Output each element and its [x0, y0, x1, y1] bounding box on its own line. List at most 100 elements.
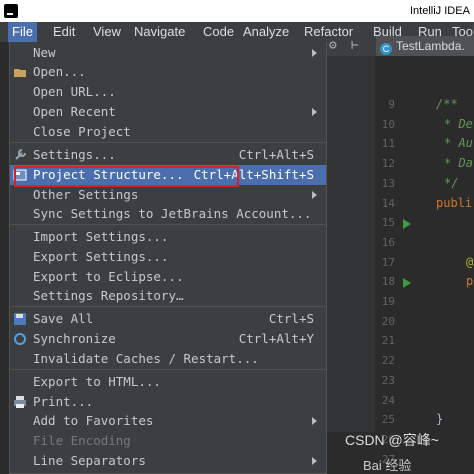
- menu-item-settings-repository[interactable]: Settings Repository…: [10, 286, 326, 306]
- menu-item-shortcut: Ctrl+Alt+Y: [238, 331, 314, 346]
- menu-item-label: Line Separators: [33, 453, 146, 468]
- menu-item-label: New: [33, 45, 56, 60]
- menu-item-label: Settings...: [33, 147, 116, 162]
- title-bar: IntelliJ IDEA: [0, 0, 474, 22]
- menu-item-invalidate-caches-restart[interactable]: Invalidate Caches / Restart...: [10, 349, 326, 369]
- menu-item-open[interactable]: Open...: [10, 62, 326, 82]
- menu-separator: [11, 369, 325, 370]
- code-line: */: [444, 175, 459, 190]
- menu-item-other-settings[interactable]: Other Settings: [10, 185, 326, 205]
- menu-item-label: Other Settings: [33, 187, 139, 202]
- menu-item-new[interactable]: New: [10, 43, 326, 63]
- line-number: 18: [381, 275, 395, 289]
- menu-item-export-to-eclipse[interactable]: Export to Eclipse...: [10, 267, 326, 287]
- menu-item-synchronize[interactable]: Synchronize Ctrl+Alt+Y: [10, 329, 326, 349]
- watermark-baidu: Bai 经验: [363, 458, 412, 473]
- menu-separator: [11, 306, 325, 307]
- menu-separator: [11, 224, 325, 225]
- editor-tab-label: TestLambda.: [396, 39, 465, 53]
- annotation-highlight-box: [14, 166, 239, 187]
- class-icon: C: [380, 43, 392, 55]
- submenu-arrow-icon: [312, 49, 317, 57]
- line-number: 16: [381, 235, 395, 249]
- sync-icon: [13, 332, 27, 346]
- menu-item-label: Save All: [33, 311, 94, 326]
- menu-item-print[interactable]: Print...: [10, 392, 326, 412]
- menu-item-label: Import Settings...: [33, 229, 169, 244]
- menu-item-label: Settings Repository…: [33, 288, 184, 303]
- menu-item-label: File Encoding: [33, 433, 131, 448]
- code-line: publi: [436, 195, 473, 210]
- line-number: 9: [388, 98, 395, 111]
- menu-item-label: Synchronize: [33, 331, 116, 346]
- line-number: 15: [381, 216, 395, 230]
- menu-item-label: Invalidate Caches / Restart...: [33, 351, 259, 366]
- menu-edit[interactable]: Edit: [49, 22, 79, 42]
- menu-item-add-to-favorites[interactable]: Add to Favorites: [10, 411, 326, 431]
- pin-icon[interactable]: ⊢: [351, 38, 359, 53]
- menu-item-shortcut: Ctrl+S: [268, 311, 314, 326]
- run-gutter-icon[interactable]: [403, 278, 411, 289]
- submenu-arrow-icon: [312, 108, 317, 116]
- menu-item-sync-settings-to-jetbrains-account[interactable]: Sync Settings to JetBrains Account...: [10, 204, 326, 224]
- line-number: 23: [381, 373, 395, 387]
- menu-analyze[interactable]: Analyze: [239, 22, 293, 42]
- submenu-arrow-icon: [312, 417, 317, 425]
- code-line: * De: [444, 116, 473, 131]
- menu-item-label: Open Recent: [33, 104, 116, 119]
- run-gutter-icon[interactable]: [403, 219, 411, 230]
- line-number: 14: [381, 196, 395, 210]
- app-logo-icon: [4, 4, 18, 18]
- line-number: 10: [381, 117, 395, 131]
- window-title: IntelliJ IDEA: [410, 5, 470, 17]
- wrench-icon: [13, 148, 27, 162]
- menu-item-label: Export to Eclipse...: [33, 269, 184, 284]
- code-line: /**: [436, 97, 458, 111]
- code-line: p: [466, 274, 474, 289]
- code-line: * Au: [444, 136, 473, 151]
- line-number: 11: [381, 137, 395, 151]
- menu-item-label: Sync Settings to JetBrains Account...: [33, 206, 312, 221]
- code-line: @: [466, 254, 474, 269]
- menu-item-import-settings[interactable]: Import Settings...: [10, 227, 326, 247]
- line-number: 20: [381, 314, 395, 328]
- file-menu-dropdown: New Open... Open URL... Open Recent Close Pr…: [9, 42, 327, 474]
- menu-item-label: Open URL...: [33, 84, 116, 99]
- save-icon: [13, 312, 27, 326]
- folder-open-icon: [13, 65, 27, 79]
- editor-tab-testlambda[interactable]: C TestLambda.: [376, 36, 474, 56]
- menu-item-file-encoding: File Encoding: [10, 431, 326, 451]
- submenu-arrow-icon: [312, 191, 317, 199]
- menu-navigate[interactable]: Navigate: [130, 22, 189, 42]
- code-line: }: [436, 412, 444, 427]
- menu-item-label: Open...: [33, 64, 86, 79]
- watermark-csdn: CSDN @容峰~: [345, 432, 439, 448]
- menu-code[interactable]: Code: [199, 22, 238, 42]
- code-line: * Da: [444, 156, 473, 171]
- menu-view[interactable]: View: [89, 22, 125, 42]
- line-number: 21: [381, 334, 395, 348]
- menu-item-open-recent[interactable]: Open Recent: [10, 102, 326, 122]
- menu-item-close-project[interactable]: Close Project: [10, 122, 326, 142]
- gear-icon[interactable]: ⚙: [329, 38, 337, 53]
- line-number: 24: [381, 393, 395, 407]
- line-number: 25: [381, 413, 395, 427]
- print-icon: [13, 395, 27, 409]
- line-number: 13: [381, 176, 395, 190]
- menu-item-save-all[interactable]: Save All Ctrl+S: [10, 309, 326, 329]
- line-number: 19: [381, 295, 395, 308]
- submenu-arrow-icon: [312, 457, 317, 465]
- menu-file[interactable]: File: [8, 22, 37, 42]
- menu-item-open-url[interactable]: Open URL...: [10, 82, 326, 102]
- menu-item-label: Print...: [33, 394, 94, 409]
- line-number: 22: [381, 354, 395, 368]
- line-number: 12: [381, 157, 395, 171]
- line-number: 17: [381, 255, 395, 269]
- menu-item-label: Add to Favorites: [33, 413, 154, 428]
- menu-item-export-settings[interactable]: Export Settings...: [10, 247, 326, 267]
- menu-item-settings[interactable]: Settings... Ctrl+Alt+S: [10, 145, 326, 165]
- menu-item-line-separators[interactable]: Line Separators: [10, 451, 326, 471]
- menu-item-export-to-html[interactable]: Export to HTML...: [10, 372, 326, 392]
- menu-item-shortcut: Ctrl+Alt+S: [238, 147, 314, 162]
- menu-separator: [11, 142, 325, 143]
